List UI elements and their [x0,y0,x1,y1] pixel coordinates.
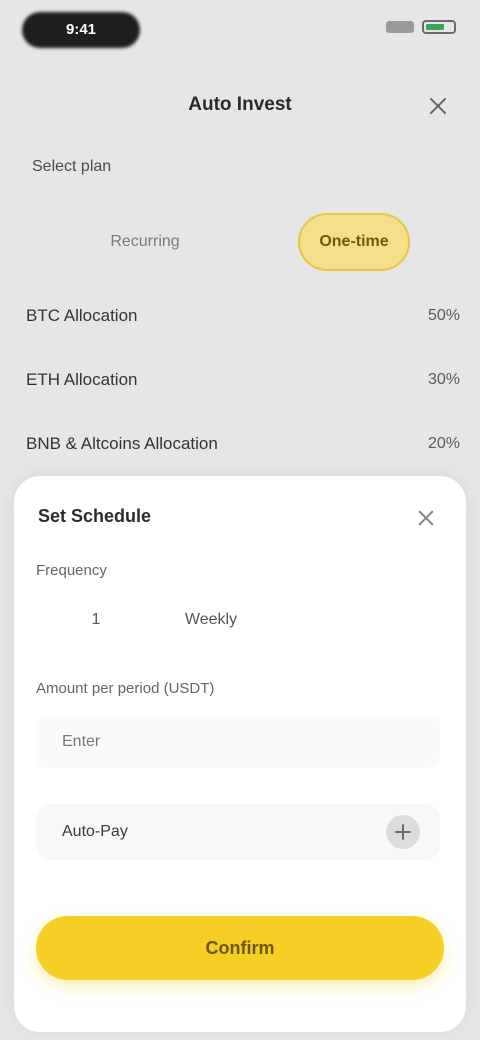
tab-recurring[interactable]: Recurring [70,208,220,276]
page-title: Auto Invest [188,94,292,115]
frequency-selector: 1 Weekly [36,596,440,644]
frequency-option[interactable]: Weekly [166,596,256,644]
auto-pay-row[interactable]: Auto-Pay [36,804,440,860]
frequency-label: Frequency [36,562,107,579]
header: Auto Invest [0,74,480,138]
auto-pay-label: Auto-Pay [62,823,128,840]
status-icons [386,20,456,34]
allocation-row[interactable]: BNB & Altcoins Allocation 20% [26,424,460,464]
plus-icon[interactable] [386,815,420,849]
close-icon[interactable] [414,506,438,530]
allocation-row[interactable]: ETH Allocation 30% [26,360,460,400]
allocation-value: 50% [427,307,460,324]
amount-input[interactable]: Enter [36,716,440,768]
allocation-value: 30% [427,371,460,388]
allocation-label: BNB & Altcoins Allocation [26,434,218,453]
amount-label: Amount per period (USDT) [36,680,215,697]
signal-icon [386,21,414,33]
status-time: 9:41 [65,21,97,38]
plan-section-label: Select plan [32,158,112,175]
battery-icon [422,20,456,34]
confirm-button[interactable]: Confirm [36,916,444,980]
allocation-label: ETH Allocation [26,370,138,389]
tab-one-time[interactable]: One-time [298,213,410,271]
bottom-sheet: Set Schedule Frequency 1 Weekly Amount p… [14,476,466,1032]
allocation-row[interactable]: BTC Allocation 50% [26,296,460,336]
sheet-title: Set Schedule [38,506,152,526]
allocation-label: BTC Allocation [26,306,138,325]
allocation-value: 20% [427,435,460,452]
plan-tabs: Recurring One-time [0,208,480,276]
close-icon[interactable] [424,92,452,120]
status-bar: 9:41 [0,0,480,64]
frequency-option[interactable]: 1 [66,596,126,644]
